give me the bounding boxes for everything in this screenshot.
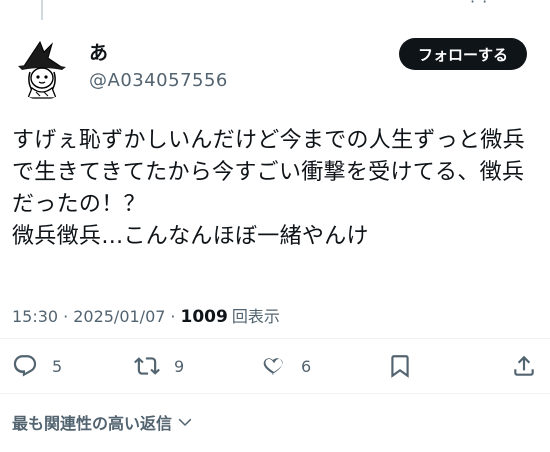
witch-avatar-image [18,40,66,99]
thread-line [41,0,43,20]
more-icon[interactable]: · · [470,0,488,11]
tweet-meta: 15:30 · 2025/01/07 · 1009 回表示 [12,305,280,329]
reply-button[interactable]: 5 [12,348,62,384]
views-count[interactable]: 1009 [181,305,228,329]
follow-button[interactable]: フォローする [399,38,527,70]
like-icon [263,358,283,375]
bookmark-icon [391,355,409,378]
tweet-text: すげぇ恥ずかしいんだけど今までの人生ずっと微兵 で生きてきてたから今すごい衝撃を… [12,128,525,249]
divider [0,338,550,339]
retweet-icon [134,357,160,375]
share-icon [514,355,534,376]
replies-sort-label: 最も関連性の高い返信 [12,414,173,433]
bookmark-button[interactable] [387,348,413,384]
reply-icon [13,355,37,377]
like-count: 6 [301,356,312,376]
divider [0,393,550,394]
reply-count: 5 [52,356,63,376]
retweet-button[interactable]: 9 [134,348,184,384]
chevron-down-icon [178,418,192,427]
action-bar: 5 9 6 [0,348,550,384]
avatar[interactable] [10,36,74,100]
user-handle[interactable]: @A034057556 [89,70,228,92]
thread-connector: · · [0,0,550,20]
like-button[interactable]: 6 [261,348,311,384]
views-label: 回表示 [231,307,280,326]
display-name[interactable]: あ [89,42,108,64]
tweet-date[interactable]: 2025/01/07 [73,305,165,329]
share-button[interactable] [511,348,537,384]
replies-sort-button[interactable]: 最も関連性の高い返信 [12,410,194,434]
tweet-time[interactable]: 15:30 [12,305,58,329]
meta-separator: · [170,307,176,326]
meta-separator: · [63,307,69,326]
retweet-count: 9 [174,356,185,376]
